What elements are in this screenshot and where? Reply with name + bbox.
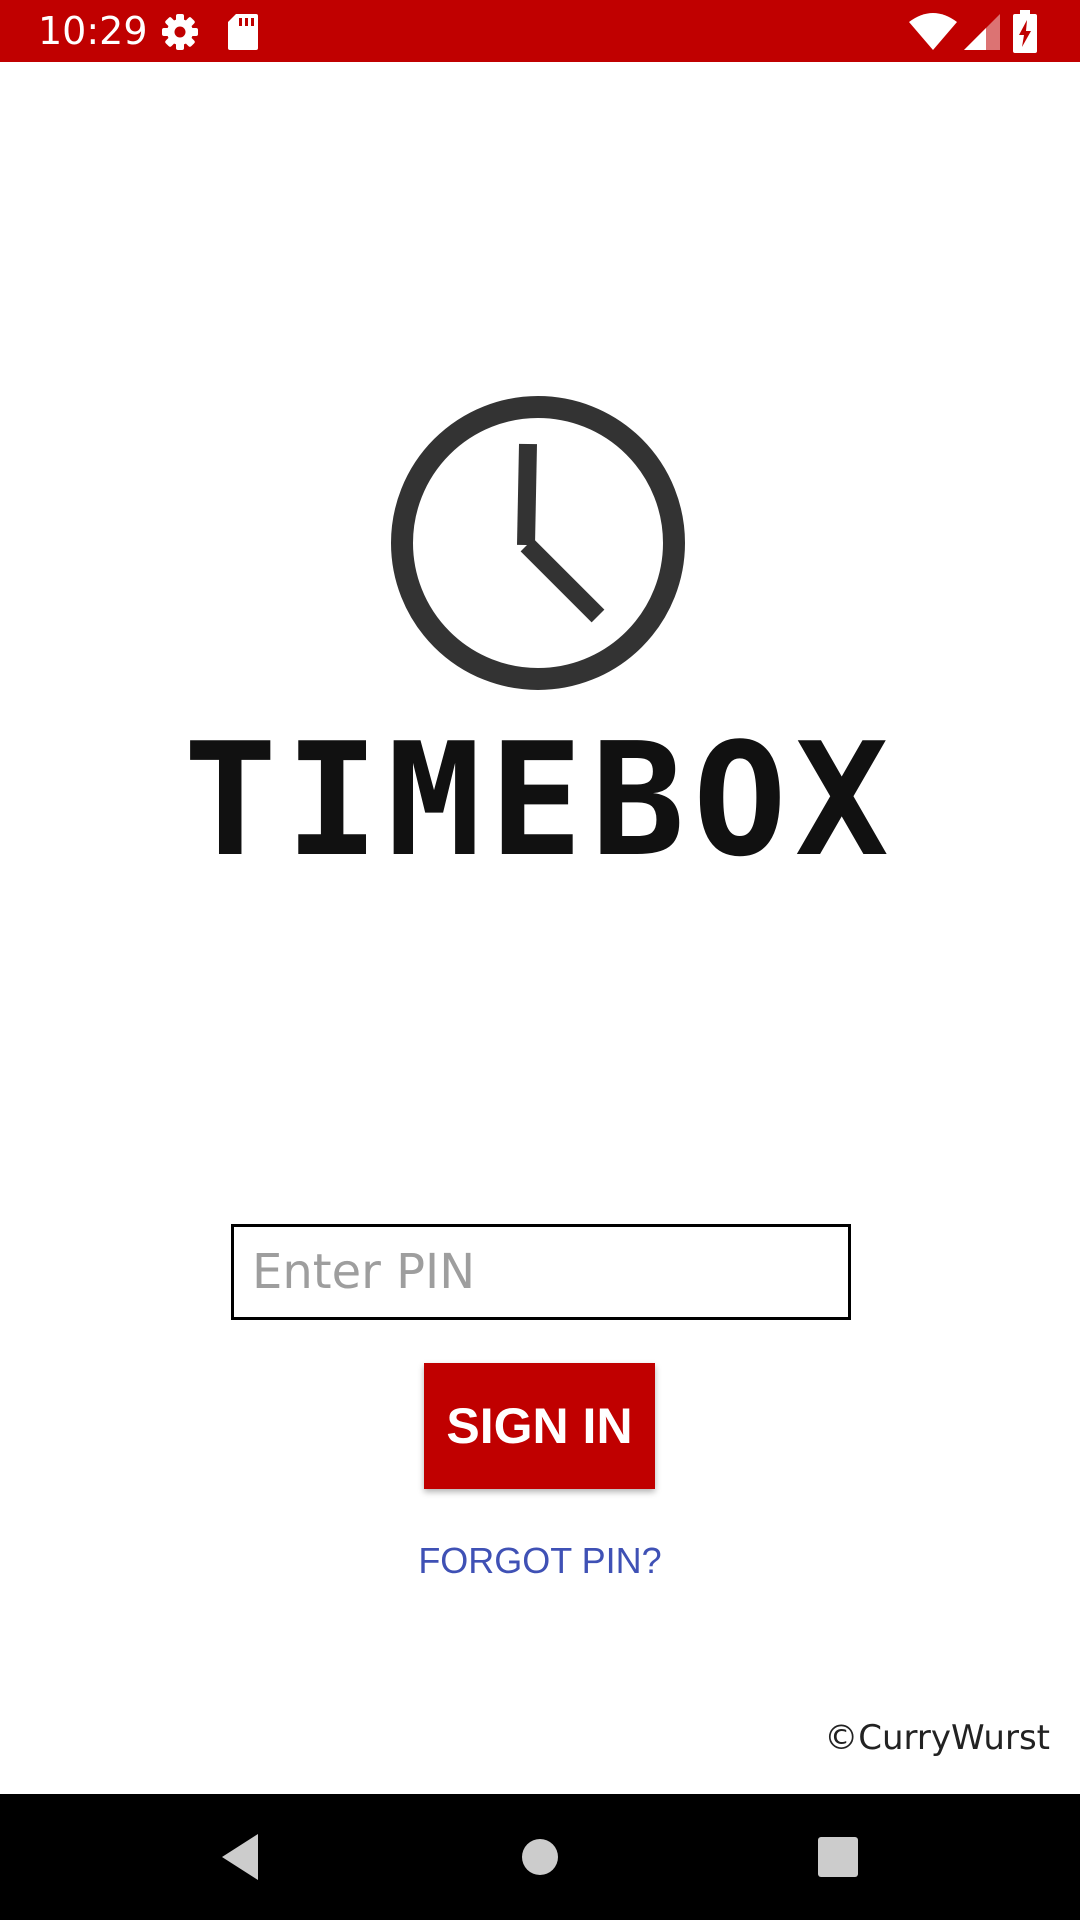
- pin-input[interactable]: [231, 1224, 851, 1320]
- copyright-text: ©CurryWurst: [824, 1718, 1050, 1758]
- signal-icon: [964, 14, 1000, 50]
- navigation-bar: [0, 1794, 1080, 1920]
- back-icon[interactable]: [208, 1824, 274, 1890]
- gear-icon: [162, 14, 198, 50]
- forgot-pin-link[interactable]: FORGOT PIN?: [340, 1540, 740, 1582]
- battery-charging-icon: [1013, 10, 1037, 53]
- clock-icon: [391, 396, 685, 690]
- status-time: 10:29: [38, 9, 148, 53]
- login-screen: 10:29 TIMEBOX SIGN IN FORGOT PIN? ©Curry…: [0, 0, 1080, 1920]
- sign-in-button[interactable]: SIGN IN: [424, 1363, 655, 1489]
- app-wordmark: TIMEBOX: [183, 709, 897, 891]
- status-bar: 10:29: [0, 0, 1080, 62]
- home-icon[interactable]: [507, 1824, 573, 1890]
- wifi-icon: [909, 13, 957, 50]
- sd-card-icon: [228, 14, 258, 50]
- recents-icon[interactable]: [805, 1824, 871, 1890]
